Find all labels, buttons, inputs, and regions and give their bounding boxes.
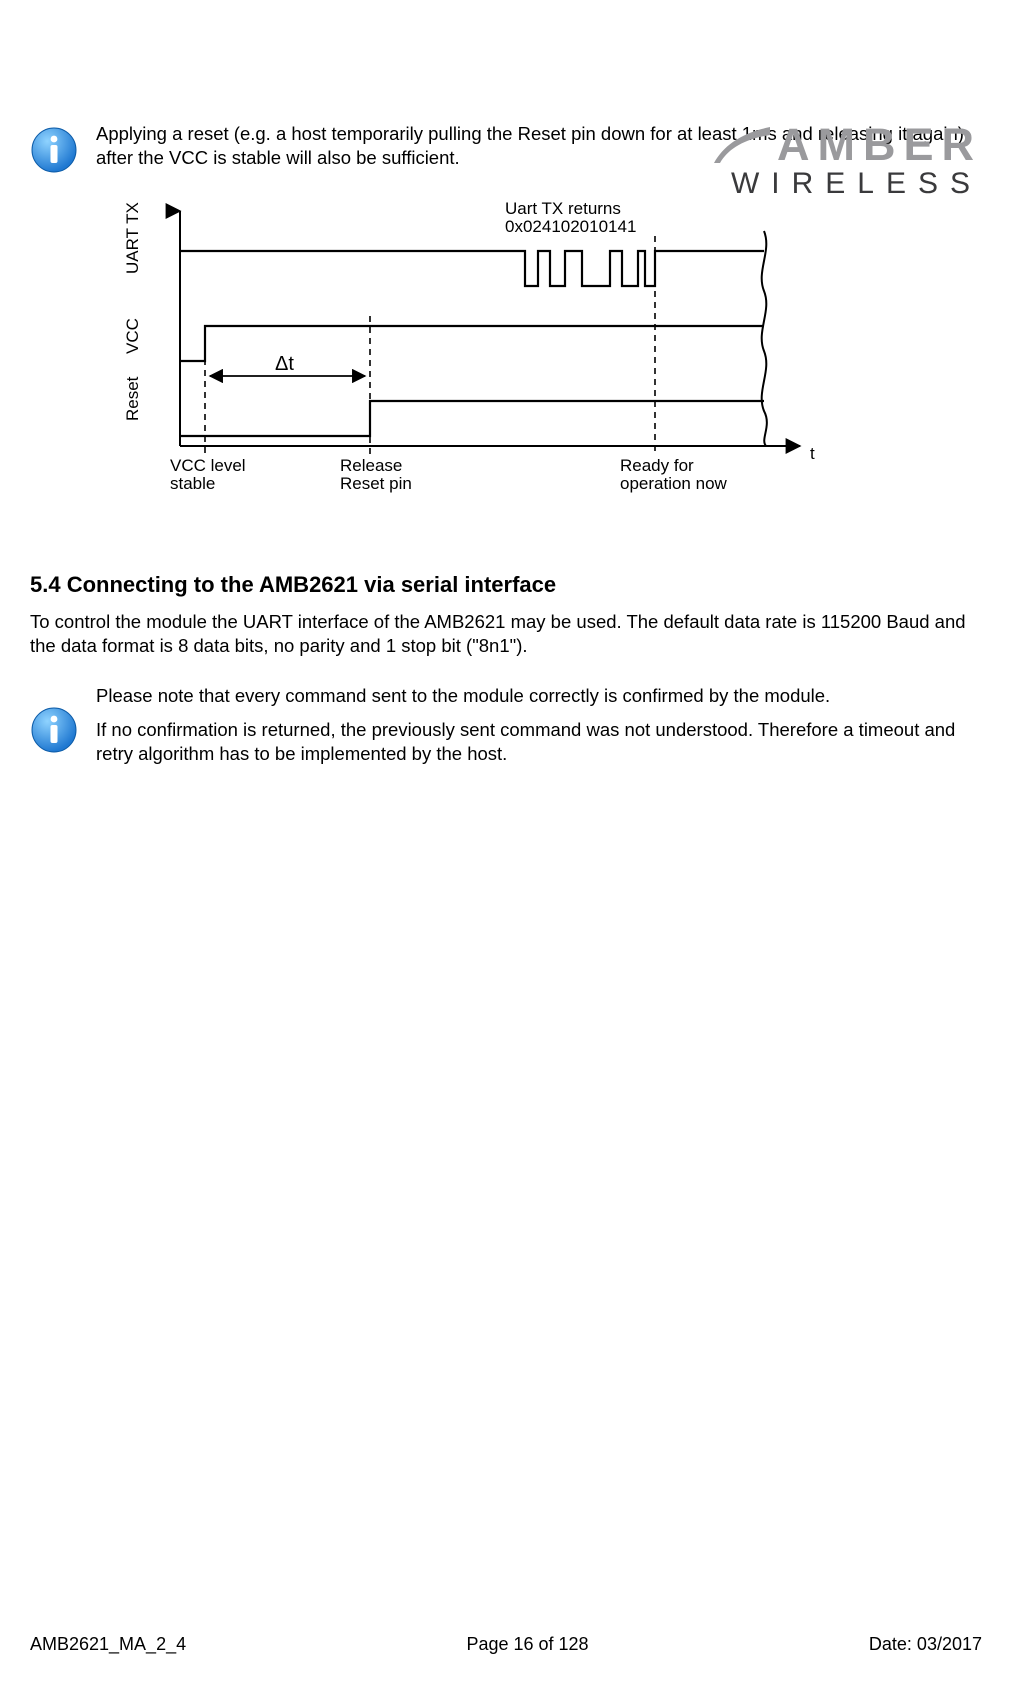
signal-label-reset: Reset — [123, 376, 142, 421]
info-callout-confirm-p2: If no confirmation is returned, the prev… — [96, 718, 982, 766]
axis-t-label: t — [810, 444, 815, 463]
logo-swoosh-icon — [712, 125, 772, 165]
event-vcc-stable-line2: stable — [170, 474, 215, 493]
brand-logo: AMBER WIRELESS — [642, 122, 982, 199]
event-release-line2: Reset pin — [340, 474, 412, 493]
info-icon — [30, 126, 78, 174]
event-ready-line1: Ready for — [620, 456, 694, 475]
event-vcc-stable-line1: VCC level — [170, 456, 246, 475]
delta-t-label: Δt — [275, 353, 294, 375]
footer-center: Page 16 of 128 — [466, 1633, 588, 1656]
info-callout-confirm: Please note that every command sent to t… — [30, 680, 982, 776]
timing-diagram: t Reset VCC UART TX Δt Uart TX returns 0… — [110, 196, 830, 516]
brand-logo-line1: AMBER — [642, 122, 982, 167]
section-heading: 5.4 Connecting to the AMB2621 via serial… — [30, 571, 982, 600]
signal-label-vcc: VCC — [123, 318, 142, 354]
brand-logo-line1-text: AMBER — [777, 122, 982, 167]
info-callout-confirm-p1: Please note that every command sent to t… — [96, 684, 982, 708]
section-paragraph: To control the module the UART interface… — [30, 610, 982, 658]
event-ready-line2: operation now — [620, 474, 728, 493]
info-callout-confirm-text: Please note that every command sent to t… — [96, 680, 982, 776]
footer-left: AMB2621_MA_2_4 — [30, 1633, 186, 1656]
footer-right: Date: 03/2017 — [869, 1633, 982, 1656]
uart-burst-label-line1: Uart TX returns — [505, 199, 621, 218]
page-footer: AMB2621_MA_2_4 Page 16 of 128 Date: 03/2… — [30, 1633, 982, 1656]
signal-label-uarttx: UART TX — [123, 202, 142, 274]
uart-burst-label-line2: 0x024102010141 — [505, 217, 636, 236]
brand-logo-line2: WIRELESS — [642, 169, 982, 199]
event-release-line1: Release — [340, 456, 402, 475]
info-icon — [30, 706, 78, 754]
